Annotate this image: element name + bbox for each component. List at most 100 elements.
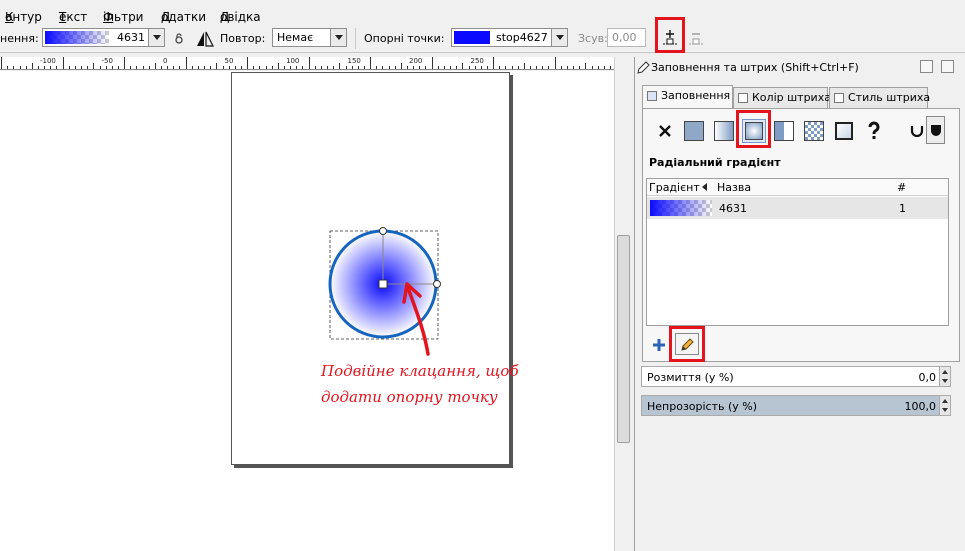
edit-gradient-button[interactable]	[675, 333, 699, 355]
offset-field[interactable]: 0,00	[607, 28, 646, 47]
menu-text-rest: екст	[59, 10, 88, 24]
stop-color-swatch	[454, 31, 490, 44]
offset-label: Зсув:	[578, 32, 608, 45]
opacity-label: Непрозорість (у %)	[647, 400, 758, 413]
chevron-down-icon[interactable]	[330, 29, 346, 46]
stroke-style-tab-checkbox	[834, 93, 844, 103]
linear-gradient-icon	[714, 121, 734, 141]
fill-rule-nonzero-button[interactable]	[926, 116, 945, 144]
opacity-field[interactable]: Непрозорість (у %) 100,0	[641, 395, 940, 416]
ruler-tick	[493, 57, 495, 69]
ruler-tick	[228, 66, 230, 69]
unset-paint-button[interactable]	[862, 119, 886, 143]
gradient-select[interactable]: 4631	[42, 28, 165, 47]
blur-spinner[interactable]	[939, 366, 951, 387]
ruler-tick	[38, 66, 39, 69]
ruler-label: 150	[347, 57, 361, 65]
ruler-tick	[210, 66, 212, 69]
fill-rule-nonzero-icon	[931, 125, 941, 136]
ruler-tick	[105, 66, 107, 69]
ruler-tick	[240, 66, 242, 69]
panel-minimize-button[interactable]	[920, 60, 933, 73]
tab-fill[interactable]: Заповнення	[642, 85, 733, 108]
panel-close-button[interactable]	[941, 60, 954, 73]
ruler-tick	[314, 66, 316, 69]
linear-gradient-button[interactable]	[712, 119, 736, 143]
ruler-tick	[437, 66, 439, 69]
column-header-gradient[interactable]: Градієнт	[649, 181, 700, 194]
ruler-tick	[523, 63, 525, 69]
chevron-down-icon[interactable]	[148, 29, 164, 46]
radial-gradient-icon	[745, 122, 763, 140]
column-header-name[interactable]: Назва	[717, 181, 751, 194]
ruler-tick	[142, 66, 144, 69]
menu-bar: Контур Текст Фільтри Додатки Довідка	[0, 0, 965, 24]
ruler-tick	[351, 66, 353, 69]
ruler-tick	[425, 66, 427, 69]
ruler-tick	[579, 66, 581, 69]
ruler-tick	[253, 66, 255, 69]
gradient-name: 4631	[117, 31, 145, 44]
repeat-select[interactable]: Немає	[272, 28, 347, 47]
flat-color-icon	[684, 121, 704, 141]
stop-select[interactable]: stop4627	[451, 28, 568, 47]
ruler-tick	[370, 57, 372, 69]
ruler-tick	[591, 66, 593, 69]
opacity-spinner[interactable]	[939, 395, 951, 416]
radial-gradient-button[interactable]	[742, 119, 766, 143]
ruler-label: 50	[224, 57, 234, 65]
gradient-row-name: 4631	[719, 202, 747, 215]
column-header-count[interactable]: #	[897, 181, 906, 194]
menu-filters-rest: ільтри	[103, 10, 144, 24]
ruler-tick	[117, 66, 119, 69]
ruler-tick	[609, 66, 611, 69]
menu-contour-rest: онтур	[5, 10, 42, 24]
blur-field[interactable]: Розмиття (у %) 0,0	[641, 366, 940, 387]
table-row[interactable]: 4631 1	[647, 197, 948, 219]
add-gradient-icon[interactable]	[651, 337, 667, 353]
ruler-tick	[419, 66, 421, 69]
ruler-label: -50	[101, 57, 113, 65]
ruler-tick	[259, 66, 261, 69]
ruler-tick	[7, 66, 9, 69]
swatch-icon	[835, 122, 853, 140]
menu-help-rest: овідка	[220, 10, 261, 24]
stroke-paint-tab-checkbox	[738, 93, 748, 103]
ruler-tick	[93, 63, 95, 69]
ruler-tick	[25, 66, 27, 69]
ruler-tick	[167, 66, 169, 69]
stops-label: Опорні точки:	[364, 32, 445, 45]
vertical-scrollbar[interactable]	[614, 57, 632, 551]
ruler-tick	[400, 63, 402, 69]
ruler-tick	[511, 66, 513, 69]
horizontal-ruler[interactable]: -150-100-50050100150200250	[0, 57, 614, 70]
ruler-tick	[357, 66, 359, 69]
link-icon[interactable]	[173, 33, 185, 45]
delete-stop-icon[interactable]	[688, 29, 704, 47]
flat-color-button[interactable]	[682, 119, 706, 143]
chevron-down-icon[interactable]	[551, 29, 567, 46]
tab-stroke-paint[interactable]: Колір штриха	[733, 87, 831, 108]
x-icon	[659, 125, 671, 137]
ruler-tick	[284, 66, 285, 69]
scrollbar-thumb[interactable]	[617, 235, 630, 443]
pattern-button[interactable]	[802, 119, 826, 143]
gradient-list[interactable]: Градієнт Назва # 4631 1	[646, 178, 949, 326]
ruler-tick	[1, 57, 3, 69]
no-paint-button[interactable]	[653, 119, 677, 143]
ruler-tick	[345, 66, 347, 69]
pattern-icon	[804, 121, 824, 141]
pen-icon	[637, 61, 650, 74]
tab-stroke-style[interactable]: Стиль штриха	[829, 87, 930, 108]
fill-rule-evenodd-icon[interactable]	[910, 123, 924, 137]
insert-stop-icon[interactable]	[662, 29, 678, 47]
reverse-gradient-icon[interactable]	[196, 30, 214, 48]
ruler-tick	[62, 57, 64, 69]
ruler-tick	[247, 57, 249, 69]
opacity-value: 100,0	[904, 400, 937, 413]
ruler-tick	[308, 57, 310, 69]
mesh-gradient-button[interactable]	[772, 119, 796, 143]
offset-value: 0,00	[612, 31, 637, 44]
swatch-button[interactable]	[832, 119, 856, 143]
ruler-label: 200	[409, 57, 423, 65]
